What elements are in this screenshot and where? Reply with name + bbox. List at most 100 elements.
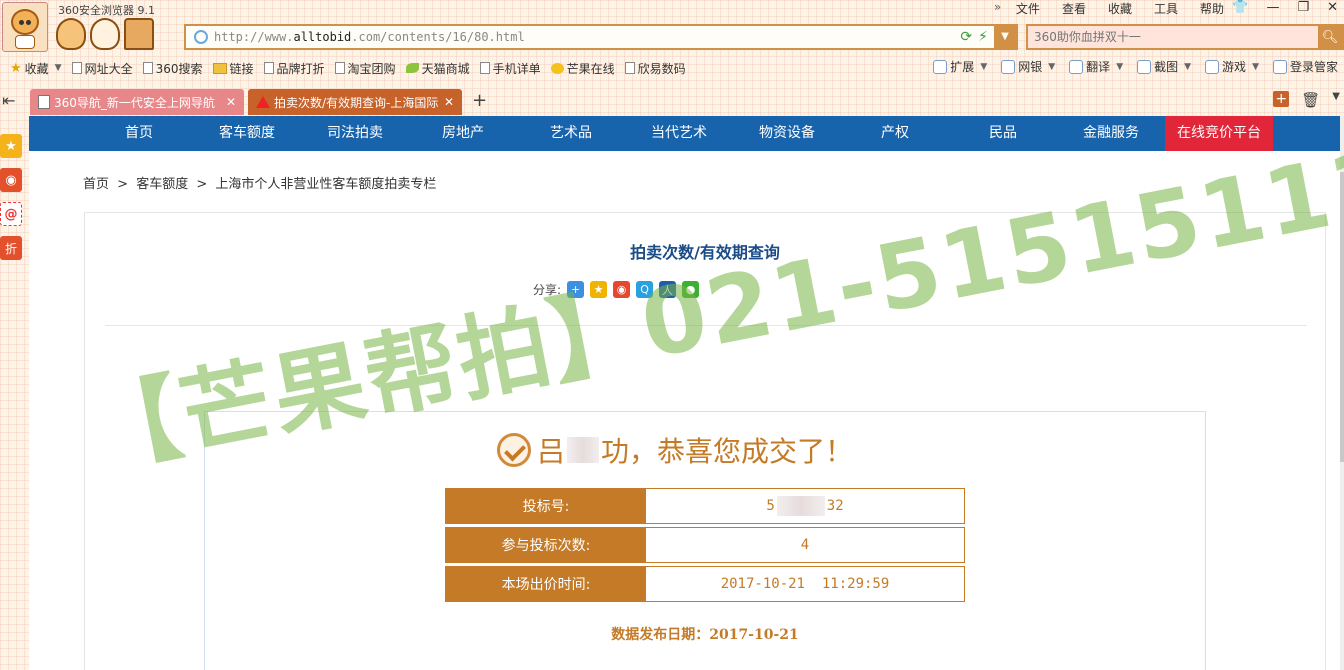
- tab-auction-query[interactable]: 拍卖次数/有效期查询-上海国际 ✕: [248, 89, 462, 115]
- tab-close-icon[interactable]: ✕: [444, 95, 454, 109]
- page-icon: [142, 62, 153, 74]
- qzone-icon[interactable]: ★: [590, 281, 608, 298]
- star-icon[interactable]: ★: [0, 134, 22, 158]
- table-row: 投标号: 5 32: [445, 488, 965, 524]
- address-url[interactable]: http://www.alltobid.com/contents/16/80.h…: [214, 30, 960, 44]
- key-icon: [1272, 59, 1287, 74]
- tab-tools: + 🗑︎ ▼: [1273, 91, 1340, 109]
- nav-item[interactable]: 金融服务: [1057, 116, 1165, 151]
- search-bar: 🔍︎: [1026, 24, 1344, 50]
- bookmark-item[interactable]: 品牌打折: [263, 60, 325, 77]
- wechat-icon[interactable]: ●: [682, 281, 700, 298]
- tool-translate[interactable]: 翻译 ▼: [1069, 58, 1123, 75]
- mascot-icon[interactable]: [90, 18, 120, 50]
- page-icon: [479, 62, 490, 74]
- breadcrumb-home[interactable]: 首页: [83, 177, 109, 192]
- congrats-message: 吕 功，恭喜您成交了！: [497, 430, 853, 470]
- mascot-row: [56, 18, 154, 50]
- bookmark-item[interactable]: 网址大全: [71, 60, 133, 77]
- tab-collapse-icon[interactable]: ⇤: [2, 91, 15, 110]
- globe-icon: [194, 30, 208, 44]
- page-icon: [624, 62, 635, 74]
- nav-item[interactable]: 客车额度: [193, 116, 301, 151]
- bookmark-folder[interactable]: 链接: [212, 60, 254, 77]
- refresh-icon[interactable]: ⟳: [960, 29, 972, 45]
- tool-bank[interactable]: 网银 ▼: [1001, 58, 1055, 75]
- weibo-icon[interactable]: ◉: [613, 281, 631, 298]
- bookmark-item[interactable]: 天猫商城: [405, 60, 470, 77]
- maximize-icon[interactable]: ❐: [1297, 0, 1309, 15]
- nav-item[interactable]: 艺术品: [517, 116, 625, 151]
- bookmark-favorites[interactable]: ★ 收藏 ▼: [10, 60, 62, 77]
- search-icon[interactable]: 🔍︎: [1318, 26, 1342, 48]
- page-icon: [263, 62, 274, 74]
- nav-item[interactable]: 首页: [85, 116, 193, 151]
- weibo-icon[interactable]: ◉: [0, 168, 22, 192]
- bookmarks-bar: ★ 收藏 ▼ 网址大全 360搜索 链接 品牌打折 淘宝团购 天猫商城 手机详单 芒…: [0, 58, 1344, 78]
- menu-view[interactable]: 查看: [1062, 0, 1086, 17]
- leaf-icon: [405, 63, 419, 73]
- breadcrumb-quota[interactable]: 客车额度: [136, 177, 188, 192]
- mascot-icon[interactable]: [56, 18, 86, 50]
- browser-titlebar: 360安全浏览器 9.1 » 文件 查看 收藏 工具 帮助 👕 — ❐ ✕: [0, 0, 1344, 52]
- qq-icon[interactable]: Q: [636, 281, 654, 298]
- nav-item[interactable]: 司法拍卖: [301, 116, 409, 151]
- check-circle-icon: [497, 433, 531, 467]
- doghouse-icon[interactable]: [124, 18, 154, 50]
- minimize-icon[interactable]: —: [1266, 0, 1279, 15]
- nav-item[interactable]: 在线竞价平台: [1165, 116, 1273, 151]
- menu-chevron-icon[interactable]: »: [994, 0, 1001, 14]
- bank-icon: [1001, 59, 1016, 74]
- trash-icon[interactable]: 🗑︎: [1301, 91, 1320, 109]
- bookmark-item[interactable]: 手机详单: [479, 60, 541, 77]
- nav-item[interactable]: 产权: [841, 116, 949, 151]
- tool-screenshot[interactable]: 截图 ▼: [1137, 58, 1191, 75]
- nav-item[interactable]: 房地产: [409, 116, 517, 151]
- tool-login-manager[interactable]: 登录管家: [1272, 58, 1338, 75]
- bookmark-item[interactable]: 360搜索: [142, 60, 203, 77]
- tab-close-icon[interactable]: ✕: [226, 95, 236, 109]
- close-icon[interactable]: ✕: [1327, 0, 1338, 15]
- app-title: 360安全浏览器 9.1: [58, 4, 155, 17]
- mail-icon[interactable]: @: [0, 202, 22, 226]
- new-tab-icon[interactable]: +: [472, 90, 487, 111]
- nav-item[interactable]: 当代艺术: [625, 116, 733, 151]
- bid-count-label: 参与投标次数:: [446, 528, 646, 562]
- menu-tools[interactable]: 工具: [1154, 0, 1178, 17]
- tab-strip: ⇤ 360导航_新一代安全上网导航 ✕ 拍卖次数/有效期查询-上海国际 ✕ + …: [0, 89, 1344, 116]
- search-input[interactable]: [1028, 30, 1318, 44]
- menu-file[interactable]: 文件: [1016, 0, 1040, 17]
- address-dropdown-icon[interactable]: ▼: [994, 26, 1016, 48]
- menu-help[interactable]: 帮助: [1200, 0, 1224, 17]
- renren-icon[interactable]: 人: [659, 281, 677, 298]
- nav-item[interactable]: 民品: [949, 116, 1057, 151]
- tab-360-nav[interactable]: 360导航_新一代安全上网导航 ✕: [30, 89, 244, 115]
- scrollbar-thumb[interactable]: [1340, 172, 1344, 462]
- bookmark-item[interactable]: 淘宝团购: [334, 60, 396, 77]
- menu-bar: » 文件 查看 收藏 工具 帮助: [994, 0, 1224, 17]
- tool-extensions[interactable]: 扩展 ▼: [933, 58, 987, 75]
- tool-games[interactable]: 游戏 ▼: [1205, 58, 1259, 75]
- gamepad-icon: [1205, 59, 1220, 74]
- scissors-icon: [1137, 59, 1152, 74]
- share-plus-icon[interactable]: +: [567, 281, 585, 298]
- bookmark-item[interactable]: 欣易数码: [624, 60, 686, 77]
- bid-time-label: 本场出价时间:: [446, 567, 646, 601]
- address-bar[interactable]: http://www.alltobid.com/contents/16/80.h…: [184, 24, 1018, 50]
- toolbar-tools: 扩展 ▼ 网银 ▼ 翻译 ▼ 截图 ▼ 游戏 ▼ 登录管家: [933, 58, 1338, 75]
- nav-item[interactable]: 物资设备: [733, 116, 841, 151]
- page-scrollbar[interactable]: [1340, 116, 1344, 670]
- extensions-icon: [933, 59, 948, 74]
- medkit-icon[interactable]: +: [1273, 91, 1290, 107]
- bookmark-item[interactable]: 芒果在线: [550, 60, 615, 77]
- discount-icon[interactable]: 折: [0, 236, 22, 260]
- speed-mode-icon[interactable]: ⚡: [978, 29, 988, 45]
- side-toolbar: ★ ◉ @ 折: [0, 134, 26, 270]
- skin-icon[interactable]: 👕: [1232, 0, 1248, 15]
- breadcrumb: 首页 > 客车额度 > 上海市个人非营业性客车额度拍卖专栏: [83, 177, 437, 192]
- breadcrumb-current[interactable]: 上海市个人非营业性客车额度拍卖专栏: [215, 177, 436, 192]
- site-nav: 首页 客车额度 司法拍卖 房地产 艺术品 当代艺术 物资设备 产权 民品 金融服务 在线竞价平台: [29, 116, 1341, 151]
- site-logo-icon: [256, 96, 270, 108]
- tab-menu-icon[interactable]: ▼: [1332, 91, 1340, 109]
- menu-favorites[interactable]: 收藏: [1108, 0, 1132, 17]
